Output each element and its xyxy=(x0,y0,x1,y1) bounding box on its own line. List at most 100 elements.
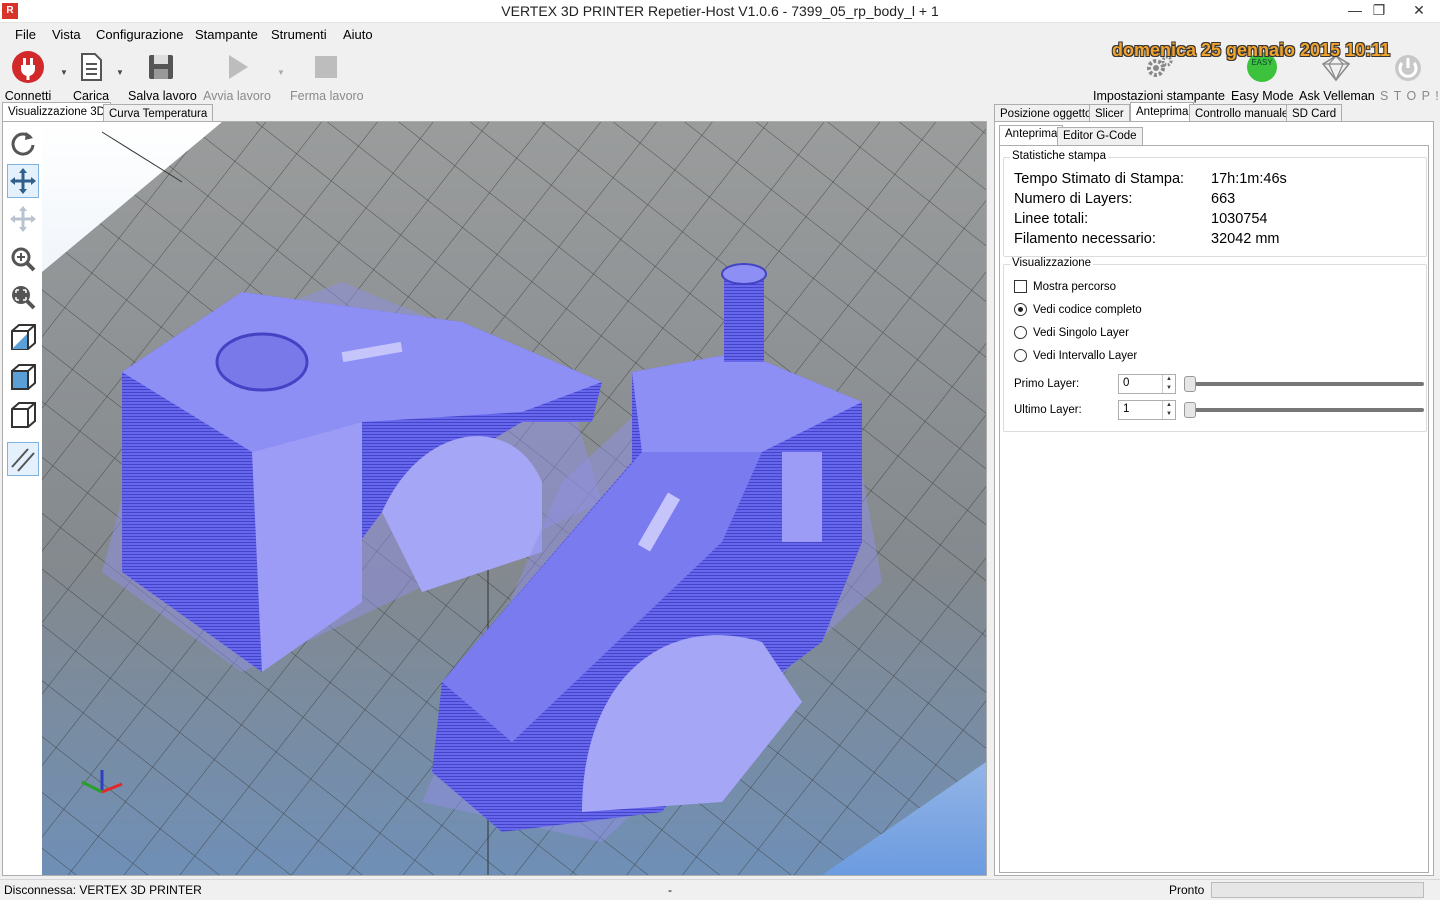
fit-view-button[interactable] xyxy=(7,280,39,314)
tab-manual-control[interactable]: Controllo manuale xyxy=(1189,104,1295,122)
emergency-stop-label: S T O P !!! xyxy=(1380,89,1440,103)
document-icon xyxy=(81,53,102,81)
date-time-display: domenica 25 gennaio 2015 10:11 xyxy=(1112,40,1391,60)
save-job-button[interactable]: Salva lavoro xyxy=(128,50,197,103)
move-object-icon xyxy=(10,206,36,232)
first-layer-slider[interactable] xyxy=(1184,374,1424,394)
chevron-down-icon[interactable]: ▼ xyxy=(277,68,285,77)
cube-iso-icon xyxy=(11,324,36,350)
window-title: VERTEX 3D PRINTER Repetier-Host V1.0.6 -… xyxy=(501,3,939,19)
zoom-fit-icon xyxy=(12,286,36,310)
last-layer-value: 1 xyxy=(1123,403,1130,415)
cube-wire-icon xyxy=(11,402,36,428)
radio-full-code-label: Vedi codice completo xyxy=(1033,304,1142,316)
stat-value-lines: 1030754 xyxy=(1211,211,1268,227)
preview-content: Statistiche stampa Tempo Stimato di Stam… xyxy=(999,145,1429,873)
slider-track xyxy=(1184,408,1424,412)
menu-printer[interactable]: Stampante xyxy=(195,27,258,42)
radio-layer-range[interactable]: Vedi Intervallo Layer xyxy=(1014,348,1137,364)
easy-mode-label: Easy Mode xyxy=(1231,89,1294,103)
save-job-label: Salva lavoro xyxy=(128,89,197,103)
side-view-button[interactable] xyxy=(7,398,39,432)
first-layer-stepper[interactable]: 0 ▲ ▼ xyxy=(1118,374,1176,394)
print-stats-title: Statistiche stampa xyxy=(1010,150,1108,162)
spin-arrows-icon[interactable]: ▲ ▼ xyxy=(1162,375,1175,393)
subtab-preview[interactable]: Anteprima xyxy=(999,125,1064,146)
move-arrows-icon xyxy=(10,168,36,194)
printer-settings-label: Impostazioni stampante xyxy=(1093,89,1226,103)
stat-value-time: 17h:1m:46s xyxy=(1211,171,1287,187)
close-icon[interactable]: ✕ xyxy=(1402,0,1436,22)
chevron-down-icon[interactable]: ▼ xyxy=(60,68,68,77)
plug-icon xyxy=(12,51,44,83)
cube-front-icon xyxy=(11,364,36,390)
menu-file[interactable]: File xyxy=(15,27,36,42)
3d-viewport[interactable] xyxy=(2,121,987,876)
front-view-button[interactable] xyxy=(7,360,39,394)
radio-single-layer-label: Vedi Singolo Layer xyxy=(1033,327,1129,339)
stat-value-layers: 663 xyxy=(1211,191,1236,207)
radio-full-code[interactable]: Vedi codice completo xyxy=(1014,302,1142,318)
last-layer-label: Ultimo Layer: xyxy=(1014,404,1082,416)
tab-preview[interactable]: Anteprima xyxy=(1130,102,1195,122)
visualization-group: Visualizzazione Mostra percorso Vedi cod… xyxy=(1003,257,1427,432)
menu-help[interactable]: Aiuto xyxy=(343,27,373,42)
move-object-button[interactable] xyxy=(7,202,39,236)
stat-label-layers: Numero di Layers: xyxy=(1014,191,1133,207)
zoom-in-icon xyxy=(11,247,36,272)
radio-button-selected xyxy=(1014,303,1027,317)
zoom-button[interactable] xyxy=(7,242,39,276)
checkbox-box xyxy=(1014,280,1027,294)
isometric-view-button[interactable] xyxy=(7,320,39,354)
title-bar: R VERTEX 3D PRINTER Repetier-Host V1.0.6… xyxy=(0,0,1440,23)
show-path-checkbox[interactable]: Mostra percorso xyxy=(1014,279,1116,295)
view-toolstrip xyxy=(3,122,43,875)
status-middle: - xyxy=(668,883,672,897)
preview-panel: Anteprima Editor G-Code Statistiche stam… xyxy=(994,121,1434,876)
tab-slicer[interactable]: Slicer xyxy=(1089,104,1130,122)
ready-status: Pronto xyxy=(1169,883,1205,897)
app-window: R VERTEX 3D PRINTER Repetier-Host V1.0.6… xyxy=(0,0,1440,900)
slider-thumb[interactable] xyxy=(1184,402,1196,418)
menu-configuration[interactable]: Configurazione xyxy=(96,27,183,42)
connect-button[interactable]: Connetti xyxy=(4,50,52,103)
radio-single-layer[interactable]: Vedi Singolo Layer xyxy=(1014,325,1129,341)
power-icon xyxy=(1395,55,1421,81)
save-icon xyxy=(149,55,173,79)
radio-button xyxy=(1014,326,1027,340)
stop-job-button[interactable]: Ferma lavoro xyxy=(290,50,364,103)
last-layer-slider[interactable] xyxy=(1184,400,1424,420)
stat-label-lines: Linee totali: xyxy=(1014,211,1089,227)
parallel-lines-icon xyxy=(11,448,35,472)
toolbar: Connetti ▼ Carica ▼ Salva lavoro Avvia l… xyxy=(0,40,1440,103)
tab-sd-card[interactable]: SD Card xyxy=(1286,104,1343,122)
printer-bed-scene[interactable] xyxy=(42,122,986,875)
start-job-button[interactable]: Avvia lavoro xyxy=(202,50,272,103)
parallel-projection-button[interactable] xyxy=(7,442,39,476)
slider-thumb[interactable] xyxy=(1184,376,1196,392)
stat-value-filament: 32042 mm xyxy=(1211,231,1280,247)
status-bar: Disconnessa: VERTEX 3D PRINTER - Pronto xyxy=(0,879,1440,900)
subtab-gcode-editor[interactable]: Editor G-Code xyxy=(1057,127,1143,146)
connect-label: Connetti xyxy=(4,89,52,103)
start-job-label: Avvia lavoro xyxy=(203,89,271,103)
chevron-down-icon[interactable]: ▼ xyxy=(116,68,124,77)
menu-tools[interactable]: Strumenti xyxy=(271,27,327,42)
first-layer-value: 0 xyxy=(1123,377,1130,389)
tab-temperature-curve[interactable]: Curva Temperatura xyxy=(103,104,214,122)
radio-button xyxy=(1014,349,1027,363)
load-button[interactable]: Carica xyxy=(72,50,110,103)
move-view-button[interactable] xyxy=(7,164,39,198)
play-icon xyxy=(229,55,248,79)
last-layer-stepper[interactable]: 1 ▲ ▼ xyxy=(1118,400,1176,420)
slider-track xyxy=(1184,382,1424,386)
tab-object-placement[interactable]: Posizione oggetto xyxy=(994,104,1098,122)
stop-square-icon xyxy=(315,56,337,78)
tab-3d-view[interactable]: Visualizzazione 3D xyxy=(2,102,111,122)
reset-view-button[interactable] xyxy=(7,126,39,160)
restore-icon[interactable]: ❐ xyxy=(1364,0,1394,22)
menu-view[interactable]: Vista xyxy=(52,27,81,42)
progress-bar xyxy=(1211,882,1424,898)
spin-arrows-icon[interactable]: ▲ ▼ xyxy=(1162,401,1175,419)
connection-status: Disconnessa: VERTEX 3D PRINTER xyxy=(4,883,202,897)
